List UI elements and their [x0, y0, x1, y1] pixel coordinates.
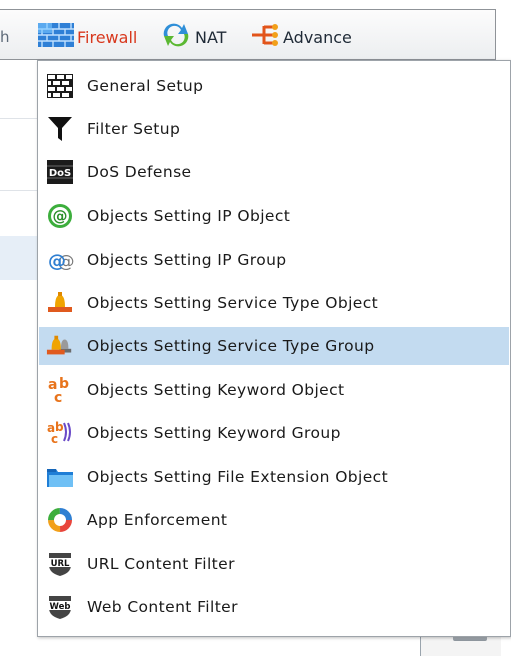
toolbar-nat-label: NAT — [195, 27, 227, 47]
menu-item-app-enforcement[interactable]: App Enforcement — [39, 501, 509, 539]
toolbar-firewall-label: Firewall — [77, 27, 138, 47]
svg-text:@: @ — [48, 251, 66, 272]
menu-item-label: General Setup — [87, 77, 204, 95]
menu-item-dos-defense[interactable]: DoS DoS Defense — [39, 153, 509, 191]
menu-item-label: App Enforcement — [87, 511, 228, 529]
url-shield-icon: URL — [46, 550, 74, 578]
svg-text:URL: URL — [51, 559, 70, 569]
menu-item-file-extension-object[interactable]: Objects Setting File Extension Object — [39, 458, 509, 496]
svg-text:DoS: DoS — [49, 168, 71, 179]
menu-item-label: Objects Setting IP Object — [87, 207, 291, 225]
toolbar-truncated-label: h — [0, 28, 10, 46]
menu-item-label: Objects Setting File Extension Object — [87, 468, 389, 486]
at-group-icon: @ @ — [46, 246, 74, 274]
menu-item-filter-setup[interactable]: Filter Setup — [39, 110, 509, 148]
menu-item-ip-group[interactable]: @ @ Objects Setting IP Group — [39, 241, 509, 279]
menu-item-service-type-group[interactable]: Objects Setting Service Type Group — [39, 327, 509, 365]
funnel-icon — [46, 115, 74, 143]
svg-text:c: c — [54, 390, 62, 404]
menu-item-keyword-group[interactable]: a b c Objects Setting Keyword Group — [39, 414, 509, 452]
menu-item-general-setup[interactable]: General Setup — [39, 67, 509, 105]
main-toolbar: h Firewall NAT Advance — [0, 9, 496, 60]
ring-icon — [46, 506, 74, 534]
menu-item-label: Objects Setting Service Type Group — [87, 337, 375, 355]
bell-icon — [46, 289, 74, 317]
folder-icon — [46, 463, 74, 491]
menu-item-web-content-filter[interactable]: Web Web Content Filter — [39, 588, 509, 626]
menu-item-label: Web Content Filter — [87, 598, 238, 616]
menu-item-label: Objects Setting Keyword Object — [87, 381, 345, 399]
menu-item-label: Objects Setting IP Group — [87, 251, 287, 269]
svg-text:Web: Web — [50, 602, 71, 612]
menu-item-label: Filter Setup — [87, 120, 181, 138]
background-selected-row — [0, 236, 40, 280]
toolbar-advance-button[interactable]: Advance — [252, 24, 352, 50]
firewall-dropdown-menu: General Setup Filter Setup DoS DoS Defen… — [37, 60, 511, 637]
svg-text:@: @ — [53, 207, 68, 225]
toolbar-nat-button[interactable]: NAT — [160, 22, 227, 52]
menu-item-keyword-object[interactable]: a b c Objects Setting Keyword Object — [39, 371, 509, 409]
menu-item-label: DoS Defense — [87, 163, 192, 181]
menu-item-label: Objects Setting Keyword Group — [87, 424, 341, 442]
svg-text:c: c — [51, 432, 58, 446]
menu-item-service-type-object[interactable]: Objects Setting Service Type Object — [39, 284, 509, 322]
abc-icon: a b c — [46, 376, 74, 404]
background-divider — [0, 190, 40, 191]
menu-item-label: URL Content Filter — [87, 555, 235, 573]
menu-item-url-content-filter[interactable]: URL URL Content Filter — [39, 545, 509, 583]
dos-icon: DoS — [46, 158, 74, 186]
nat-arrows-icon — [160, 22, 192, 52]
toolbar-firewall-button[interactable]: Firewall — [38, 23, 138, 51]
abc-group-icon: a b c — [46, 419, 74, 447]
menu-item-ip-object[interactable]: @ Objects Setting IP Object — [39, 197, 509, 235]
advance-network-icon — [252, 22, 280, 52]
at-sign-icon: @ — [46, 202, 74, 230]
web-shield-icon: Web — [46, 593, 74, 621]
toolbar-advance-label: Advance — [283, 27, 352, 47]
menu-item-label: Objects Setting Service Type Object — [87, 294, 379, 312]
bell-group-icon — [46, 332, 74, 360]
brick-wall-icon — [46, 72, 74, 100]
background-divider — [0, 118, 40, 119]
firewall-brick-icon — [38, 23, 74, 51]
